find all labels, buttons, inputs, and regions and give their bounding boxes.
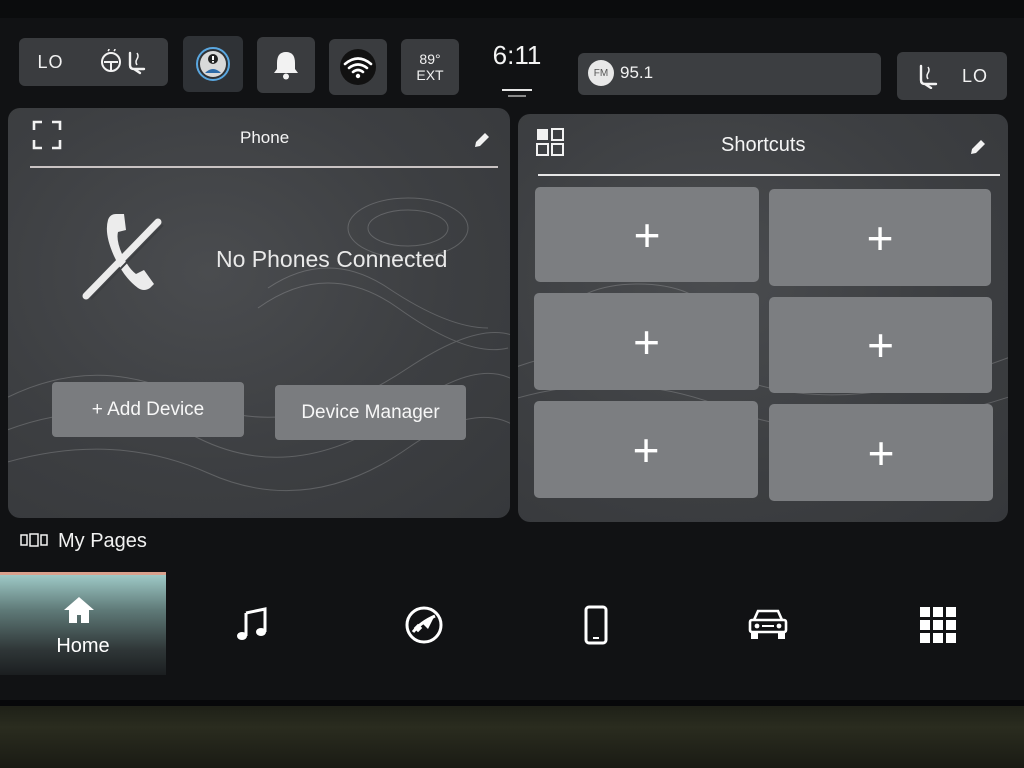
radio-now-playing[interactable]: FM 95.1 xyxy=(578,53,881,95)
passenger-temp-label: LO xyxy=(961,65,988,86)
nav-vehicle-button[interactable] xyxy=(738,600,798,654)
shortcuts-grid-icon xyxy=(535,127,565,162)
phone-card-title: Phone xyxy=(240,128,290,147)
driver-alert-icon xyxy=(195,46,231,82)
topographic-background xyxy=(8,197,510,492)
navigation-icon xyxy=(404,605,444,650)
home-icon xyxy=(62,595,96,630)
pages-icon xyxy=(20,530,48,553)
shortcut-tile-1[interactable]: + xyxy=(535,187,759,282)
add-plus-icon: + xyxy=(632,423,660,476)
nav-phone-button[interactable] xyxy=(566,600,626,654)
clock: 6:11 xyxy=(492,40,542,70)
clock-underline-short xyxy=(508,95,526,97)
add-plus-icon: + xyxy=(633,315,660,368)
my-pages-label: My Pages xyxy=(58,530,147,552)
my-pages-button[interactable]: My Pages xyxy=(20,530,147,553)
shortcuts-edit-pencil-icon[interactable] xyxy=(968,137,988,162)
shortcuts-card: Shortcuts + + + + + + xyxy=(518,114,1008,522)
nav-home-button[interactable]: Home xyxy=(0,572,166,675)
outside-temp-value: 89° xyxy=(419,51,441,67)
add-plus-icon: + xyxy=(633,208,661,261)
music-note-icon xyxy=(235,606,269,648)
phone-icon xyxy=(584,605,608,650)
heated-seat-steering-icon xyxy=(100,49,150,75)
shortcut-tile-6[interactable]: + xyxy=(769,404,993,501)
phone-card: Phone No Phones Connected + Add Device D… xyxy=(8,108,510,518)
add-plus-icon: + xyxy=(866,211,894,264)
add-plus-icon: + xyxy=(867,319,894,371)
fm-band-badge: FM xyxy=(588,60,614,86)
apps-grid-icon xyxy=(919,606,957,649)
bezel-edge xyxy=(0,700,1024,706)
shortcuts-card-title: Shortcuts xyxy=(721,134,806,156)
bell-icon xyxy=(271,49,301,81)
nav-apps-button[interactable] xyxy=(908,600,968,654)
dashboard-bezel xyxy=(0,700,1024,768)
nav-media-button[interactable] xyxy=(222,600,282,654)
driver-temp-label: LO xyxy=(37,51,64,72)
vehicle-icon xyxy=(748,608,788,647)
nav-navigation-button[interactable] xyxy=(394,600,454,654)
shortcut-tile-5[interactable]: + xyxy=(534,401,758,498)
expand-icon[interactable] xyxy=(32,120,62,155)
wifi-icon xyxy=(339,48,377,86)
add-device-button[interactable]: + Add Device xyxy=(52,382,244,437)
passenger-climate-button[interactable]: LO xyxy=(897,52,1007,100)
phone-card-divider xyxy=(30,166,498,168)
radio-frequency: 95.1 xyxy=(620,63,654,82)
shortcut-tile-2[interactable]: + xyxy=(769,189,991,286)
shortcut-tile-4[interactable]: + xyxy=(769,297,992,393)
no-phones-connected-text: No Phones Connected xyxy=(216,246,448,272)
wifi-button[interactable] xyxy=(329,39,387,95)
shortcut-tile-3[interactable]: + xyxy=(534,293,759,390)
device-manager-button[interactable]: Device Manager xyxy=(275,385,466,440)
outside-temp-label: EXT xyxy=(416,67,444,83)
driver-climate-button[interactable]: LO xyxy=(19,38,168,86)
outside-temp-display: 89° EXT xyxy=(401,39,459,95)
clock-underline xyxy=(502,89,532,91)
add-plus-icon: + xyxy=(867,426,895,479)
phone-edit-pencil-icon[interactable] xyxy=(472,130,492,155)
notifications-button[interactable] xyxy=(257,37,315,93)
shortcuts-card-divider xyxy=(538,174,1000,176)
heated-seat-icon xyxy=(916,63,938,89)
phone-disconnected-icon xyxy=(80,212,164,305)
nav-home-label: Home xyxy=(56,635,110,657)
driver-alert-button[interactable] xyxy=(183,36,243,92)
